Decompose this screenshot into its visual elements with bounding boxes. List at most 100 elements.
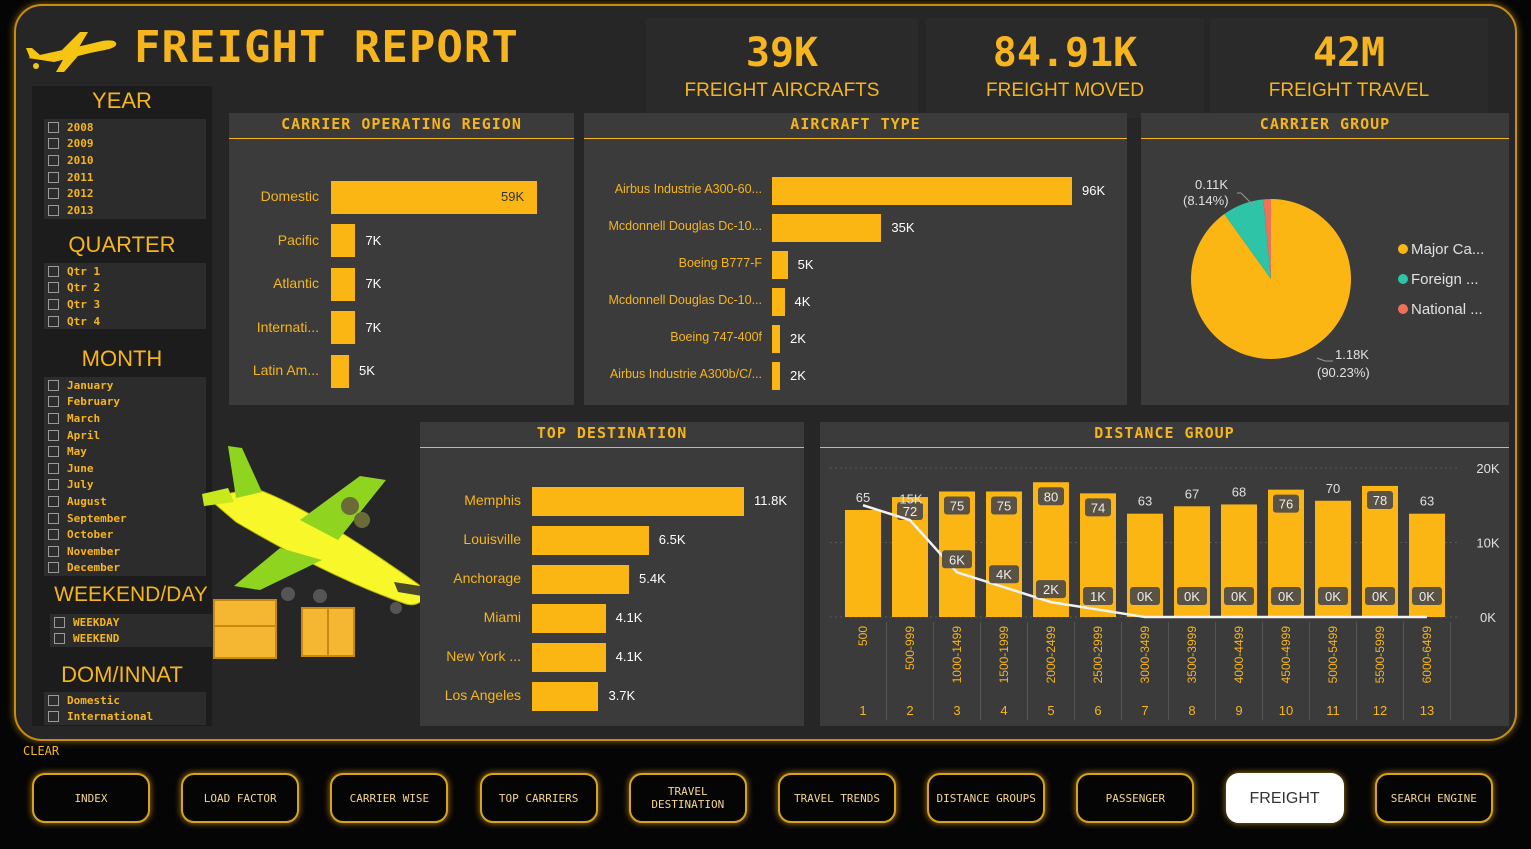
bar-category-label: Boeing 747-400f (670, 330, 762, 344)
checkbox[interactable] (54, 616, 65, 628)
slicer-option[interactable]: Qtr 3 (44, 296, 206, 313)
checkbox[interactable] (48, 121, 59, 133)
slicer-option-label: 2009 (67, 137, 94, 151)
checkbox[interactable] (48, 479, 59, 491)
nav-button-load-factor[interactable]: LOAD FACTOR (181, 773, 300, 823)
slicer-option[interactable]: June (44, 460, 206, 477)
kpi-freight-moved: 84.91K FREIGHT MOVED (926, 18, 1204, 118)
nav-button-travel-trends[interactable]: TRAVEL TRENDS (778, 773, 896, 823)
x-number-label: 5 (1047, 703, 1054, 718)
bar[interactable] (331, 354, 349, 388)
slicer-option[interactable]: Qtr 2 (44, 280, 206, 297)
bar[interactable] (772, 214, 882, 242)
slicer-option[interactable]: August (44, 493, 206, 510)
bar[interactable] (772, 251, 788, 279)
slicer-option[interactable]: Qtr 4 (44, 313, 206, 330)
bar[interactable] (331, 311, 356, 344)
slicer-option[interactable]: Qtr 1 (44, 263, 206, 280)
checkbox[interactable] (48, 711, 59, 723)
x-number-label: 8 (1188, 703, 1195, 718)
bar[interactable] (772, 325, 780, 353)
bar[interactable] (532, 486, 744, 516)
slicer-option[interactable]: International (44, 709, 206, 726)
bar[interactable] (532, 642, 606, 672)
bar[interactable] (845, 510, 881, 617)
bar[interactable] (532, 603, 606, 633)
panel-title: TOP DESTINATION (420, 422, 804, 448)
checkbox[interactable] (48, 154, 59, 166)
legend-marker (1398, 304, 1408, 314)
bar[interactable] (331, 267, 356, 301)
slicer-option[interactable]: October (44, 526, 206, 543)
slicer-option[interactable]: 2011 (44, 169, 206, 186)
slicer-option[interactable]: December (44, 560, 206, 577)
bar[interactable] (532, 681, 599, 711)
slicer-option[interactable]: 2012 (44, 185, 206, 202)
bar[interactable] (772, 288, 785, 316)
checkbox[interactable] (48, 188, 59, 200)
legend-label[interactable]: Major Ca... (1411, 241, 1484, 258)
nav-button-top-carriers[interactable]: TOP CARRIERS (479, 773, 598, 823)
slicer-option[interactable]: Domestic (44, 692, 206, 709)
nav-button-index[interactable]: INDEX (32, 773, 150, 823)
checkbox[interactable] (48, 545, 59, 557)
slicer-option-label: 2010 (67, 153, 94, 167)
bar[interactable] (532, 564, 630, 594)
checkbox[interactable] (48, 138, 59, 150)
checkbox[interactable] (48, 529, 59, 541)
slicer-option[interactable]: November (44, 543, 206, 560)
checkbox[interactable] (48, 694, 59, 706)
nav-button-travel-destination[interactable]: TRAVEL DESTINATION (628, 773, 747, 823)
bar-value-label: 7K (365, 232, 382, 248)
checkbox[interactable] (48, 446, 59, 458)
slicer-option[interactable]: July (44, 477, 206, 494)
slicer-option[interactable]: January (44, 377, 206, 394)
legend-label[interactable]: Foreign ... (1411, 271, 1479, 288)
checkbox[interactable] (54, 633, 65, 645)
kpi-freight-aircrafts: 39K FREIGHT AIRCRAFTS (646, 18, 918, 118)
nav-button-distance-groups[interactable]: DISTANCE GROUPS (927, 773, 1046, 823)
x-number-label: 9 (1235, 703, 1242, 718)
nav-button-carrier-wise[interactable]: CARRIER WISE (330, 773, 449, 823)
bar[interactable] (331, 224, 356, 257)
checkbox[interactable] (48, 315, 59, 327)
slicer-option[interactable]: March (44, 410, 206, 427)
slicer-option-label: International (67, 710, 154, 724)
slicer-option[interactable]: 2009 (44, 136, 206, 153)
clear-button[interactable]: CLEAR (23, 744, 59, 758)
aircraft-type-chart: Airbus Industrie A300-60... 96K Mcdonnell … (584, 139, 1127, 405)
checkbox[interactable] (48, 265, 59, 277)
slicer-option[interactable]: May (44, 443, 206, 460)
checkbox[interactable] (48, 412, 59, 424)
nav-button-passenger[interactable]: PASSENGER (1076, 773, 1195, 823)
legend-marker (1398, 244, 1408, 254)
checkbox[interactable] (48, 204, 59, 216)
x-category-label: 5500-5999 (1373, 626, 1387, 684)
slicer-option[interactable]: 2013 (44, 202, 206, 219)
checkbox[interactable] (48, 171, 59, 183)
line-value-label: 0K (1184, 589, 1200, 604)
bar-category-label: Anchorage (453, 570, 521, 586)
slicer-option[interactable]: 2008 (44, 119, 206, 136)
nav-button-freight[interactable]: FREIGHT (1225, 773, 1344, 823)
slicer-option[interactable]: 2010 (44, 152, 206, 169)
bar-value-label: 70 (1326, 481, 1340, 496)
slicer-option[interactable]: April (44, 427, 206, 444)
checkbox[interactable] (48, 512, 59, 524)
legend-label[interactable]: National ... (1411, 301, 1483, 318)
bar[interactable] (532, 525, 649, 555)
checkbox[interactable] (48, 282, 59, 294)
checkbox[interactable] (48, 379, 59, 391)
checkbox[interactable] (48, 298, 59, 310)
slicer-option[interactable]: September (44, 510, 206, 527)
bar[interactable] (772, 362, 780, 390)
bar[interactable] (772, 177, 1072, 205)
slicer-option[interactable]: February (44, 394, 206, 411)
checkbox[interactable] (48, 495, 59, 507)
checkbox[interactable] (48, 462, 59, 474)
checkbox[interactable] (48, 396, 59, 408)
nav-button-search-engine[interactable]: SEARCH ENGINE (1374, 773, 1493, 823)
checkbox[interactable] (48, 429, 59, 441)
checkbox[interactable] (48, 562, 59, 574)
bar-value-label: 5K (797, 257, 814, 272)
